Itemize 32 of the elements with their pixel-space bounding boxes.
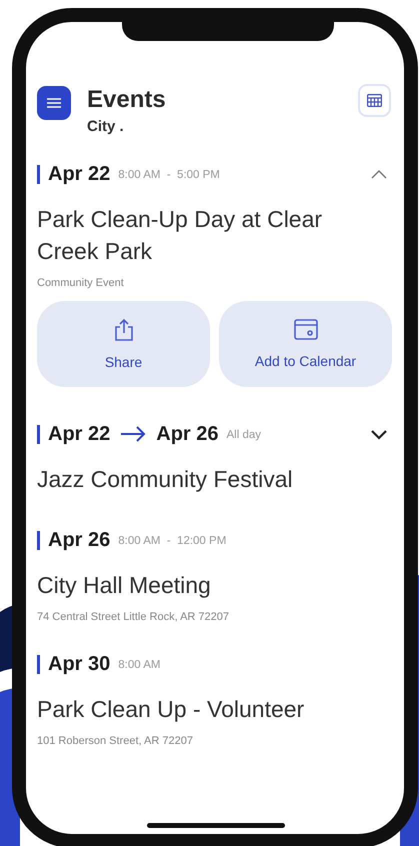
event-time: All day [226, 429, 262, 441]
calendar-button[interactable] [358, 84, 391, 117]
event-time: 8:00 AM - 5:00 PM [118, 169, 220, 181]
calendar-button[interactable]: Add to Calendar [219, 301, 392, 387]
menu-button[interactable] [37, 86, 71, 120]
arrow-icon [120, 426, 146, 442]
event-detail: 101 Roberson Street, AR 72207 [37, 735, 194, 747]
event-date: Apr 22 [48, 162, 110, 186]
event-date: Apr 26 [156, 422, 218, 446]
share-icon [114, 318, 134, 342]
date-marker [37, 424, 40, 444]
event-detail: 74 Central Street Little Rock, AR 72207 [37, 611, 230, 623]
event-date: Apr 30 [48, 652, 110, 676]
event-title: Jazz Community Festival [37, 465, 294, 494]
calendar-grid-icon [367, 94, 382, 107]
page-subtitle: City . [87, 118, 125, 135]
event-detail: Community Event [37, 277, 125, 289]
event-title: Park Clean-Up Day at Clear Creek Park [37, 205, 324, 266]
chevron-icon[interactable] [370, 428, 388, 440]
event-title: City Hall Meeting [37, 571, 212, 600]
date-marker [37, 164, 40, 184]
calendar-icon [294, 319, 318, 341]
date-marker [37, 530, 40, 550]
event-time: 8:00 AM [118, 659, 160, 671]
event-date: Apr 26 [48, 528, 110, 552]
event-time: 8:00 AM - 12:00 PM [118, 535, 226, 547]
date-marker [37, 654, 40, 674]
page-title: Events [87, 86, 166, 114]
event-title: Park Clean Up - Volunteer [37, 695, 306, 724]
share-button[interactable]: Share [37, 301, 210, 387]
menu-icon [47, 98, 61, 108]
event-date: Apr 22 [48, 422, 110, 446]
